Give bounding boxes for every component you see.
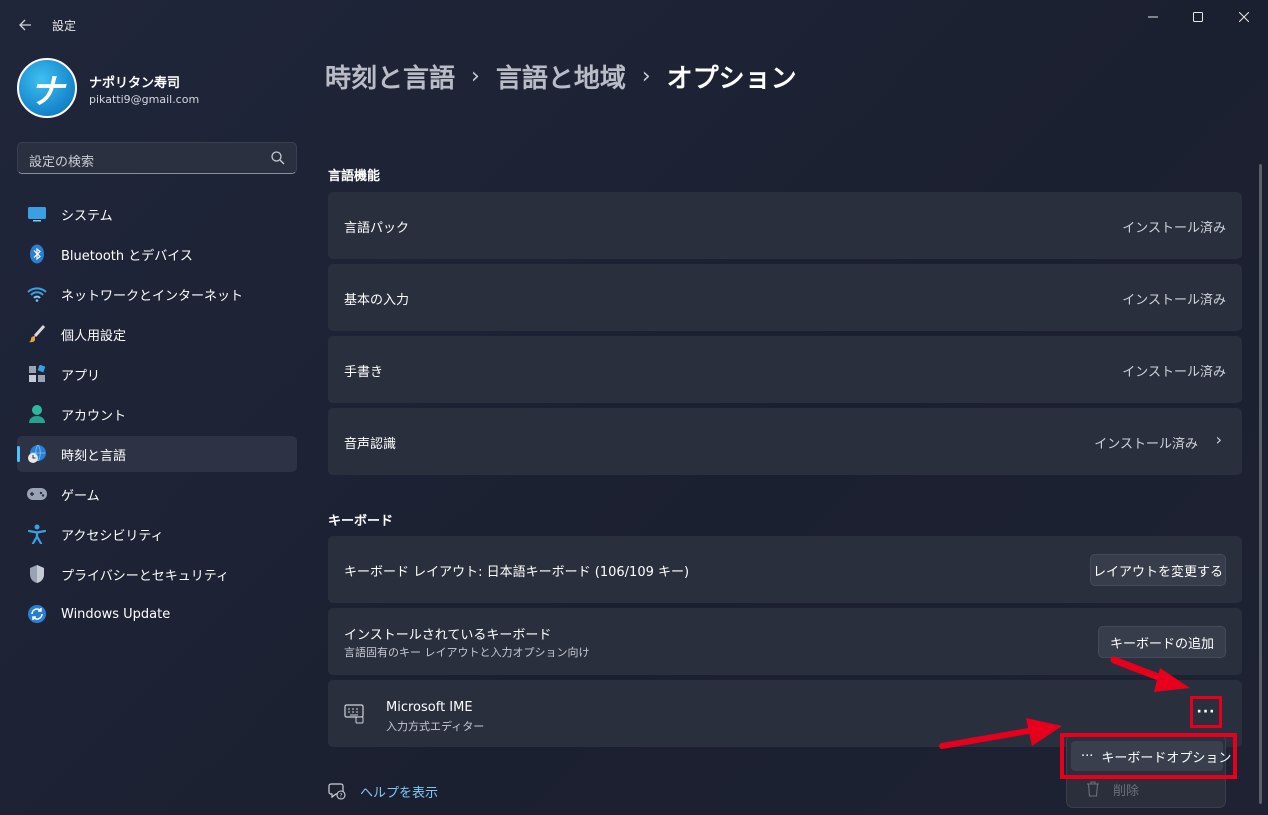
menu-item-label: 削除 [1113, 783, 1140, 799]
sidebar-item-bluetooth[interactable]: Bluetooth とデバイス [17, 236, 297, 272]
back-button[interactable] [10, 10, 40, 40]
search-icon [271, 151, 285, 165]
gamepad-icon [26, 483, 48, 505]
sidebar-item-label: Bluetooth とデバイス [61, 248, 193, 264]
row-status: インストール済み [1122, 293, 1226, 308]
search-input[interactable]: 設定の検索 [17, 142, 297, 174]
keyboard-icon [344, 704, 364, 724]
shield-icon [26, 563, 48, 585]
row-status: インストール済み [1094, 437, 1198, 452]
keyboard-layout-row: キーボード レイアウト: 日本語キーボード (106/109 キー) レイアウト… [328, 536, 1242, 603]
help-link[interactable]: ヘルプを表示 [360, 782, 438, 801]
time-language-icon [26, 443, 48, 465]
sidebar-item-personalization[interactable]: 個人用設定 [17, 316, 297, 352]
account-icon [26, 403, 48, 425]
user-name: ナポリタン寿司 [89, 76, 181, 91]
bluetooth-icon [26, 243, 48, 265]
sidebar-item-system[interactable]: システム [17, 196, 297, 232]
wifi-icon [26, 283, 48, 305]
row-description: 言語固有のキー レイアウトと入力オプション向け [344, 646, 590, 659]
menu-item-label: キーボードオプション [1101, 750, 1232, 766]
handwriting-row: 手書き インストール済み [328, 336, 1242, 403]
search-placeholder: 設定の検索 [29, 155, 95, 170]
row-status: インストール済み [1122, 221, 1226, 236]
sidebar-item-label: ネットワークとインターネット [61, 288, 244, 304]
row-label: 音声認識 [344, 437, 397, 452]
sidebar-item-privacy[interactable]: プライバシーとセキュリティ [17, 556, 297, 592]
row-label: 基本の入力 [344, 293, 410, 308]
keyboard-options-menu-item[interactable]: ··· キーボードオプション [1071, 741, 1231, 771]
trash-icon [1081, 781, 1105, 797]
settings-window: 設定 ナ ナポリタン寿司 pikatti9@gmail.com 設定の検索 シス… [0, 0, 1268, 815]
more-dots-icon: ··· [1081, 748, 1094, 764]
language-pack-row: 言語パック インストール済み [328, 192, 1242, 259]
ime-description: 入力方式エディター [386, 720, 485, 733]
page-title: オプション [666, 63, 797, 94]
system-icon [26, 203, 48, 225]
accessibility-icon [26, 523, 48, 545]
sidebar-item-network[interactable]: ネットワークとインターネット [17, 276, 297, 312]
minimize-icon [1148, 16, 1158, 18]
breadcrumb: 時刻と言語 › 言語と地域 › オプション [325, 58, 797, 94]
avatar-glyph: ナ [30, 71, 64, 112]
sidebar-item-accounts[interactable]: アカウント [17, 396, 297, 432]
change-layout-button[interactable]: レイアウトを変更する [1090, 554, 1226, 586]
sidebar-item-label: システム [61, 208, 113, 224]
minimize-button[interactable] [1130, 0, 1176, 34]
breadcrumb-separator: › [471, 63, 480, 89]
chevron-right-icon: › [1215, 430, 1222, 449]
breadcrumb-time-language[interactable]: 時刻と言語 [325, 58, 455, 95]
row-label: インストールされているキーボード [344, 628, 552, 643]
sidebar-item-label: アプリ [61, 368, 101, 384]
user-email: pikatti9@gmail.com [89, 93, 200, 106]
section-title-keyboard: キーボード [328, 514, 394, 529]
context-menu: ··· キーボードオプション 削除 [1066, 734, 1231, 808]
annotation-arrow [1110, 656, 1190, 692]
title-bar: 設定 [0, 0, 1268, 48]
close-button[interactable] [1221, 0, 1267, 34]
maximize-icon [1193, 12, 1203, 22]
row-label: 言語パック [344, 221, 410, 236]
sidebar-item-label: Windows Update [61, 606, 171, 622]
apps-icon [26, 363, 48, 385]
more-options-button[interactable]: ··· [1190, 696, 1222, 728]
sidebar-item-label: 個人用設定 [61, 328, 127, 344]
sidebar-item-label: 時刻と言語 [61, 448, 127, 464]
breadcrumb-language-region[interactable]: 言語と地域 [496, 58, 626, 95]
scrollbar[interactable] [1259, 164, 1262, 804]
sidebar-nav: システム Bluetooth とデバイス ネットワークとインターネット 個人用設… [17, 196, 297, 636]
row-status: インストール済み [1122, 365, 1226, 380]
annotation-arrow [939, 718, 1062, 749]
sidebar-item-gaming[interactable]: ゲーム [17, 476, 297, 512]
avatar[interactable]: ナ [17, 58, 77, 118]
maximize-button[interactable] [1175, 0, 1221, 34]
sidebar-item-label: アカウント [61, 408, 127, 424]
brush-icon [26, 323, 48, 345]
svg-text:?: ? [339, 793, 342, 800]
breadcrumb-separator: › [641, 63, 651, 89]
sidebar-item-accessibility[interactable]: アクセシビリティ [17, 516, 297, 552]
installed-keyboards-row: インストールされているキーボード 言語固有のキー レイアウトと入力オプション向け… [328, 608, 1242, 675]
remove-menu-item: 削除 [1071, 774, 1223, 804]
sidebar-item-time-language[interactable]: 時刻と言語 [17, 436, 297, 472]
update-icon [26, 603, 48, 625]
sidebar-item-label: プライバシーとセキュリティ [61, 568, 229, 584]
row-label: キーボード レイアウト: 日本語キーボード (106/109 キー) [344, 565, 690, 580]
row-label: 手書き [344, 365, 384, 380]
app-title: 設定 [52, 19, 77, 33]
more-dots-icon: ··· [1196, 704, 1216, 720]
close-icon [1239, 12, 1249, 22]
speech-recognition-row[interactable]: 音声認識 インストール済み › [328, 408, 1242, 475]
basic-typing-row: 基本の入力 インストール済み [328, 264, 1242, 331]
sidebar-item-apps[interactable]: アプリ [17, 356, 297, 392]
help-icon: ? [328, 783, 346, 800]
section-title-language-features: 言語機能 [328, 169, 381, 184]
arrow-left-icon [19, 19, 31, 31]
active-indicator [17, 446, 20, 462]
ime-name: Microsoft IME [386, 700, 473, 715]
sidebar-item-label: アクセシビリティ [61, 528, 164, 544]
sidebar-item-label: ゲーム [61, 488, 100, 504]
sidebar-item-windows-update[interactable]: Windows Update [17, 596, 297, 632]
